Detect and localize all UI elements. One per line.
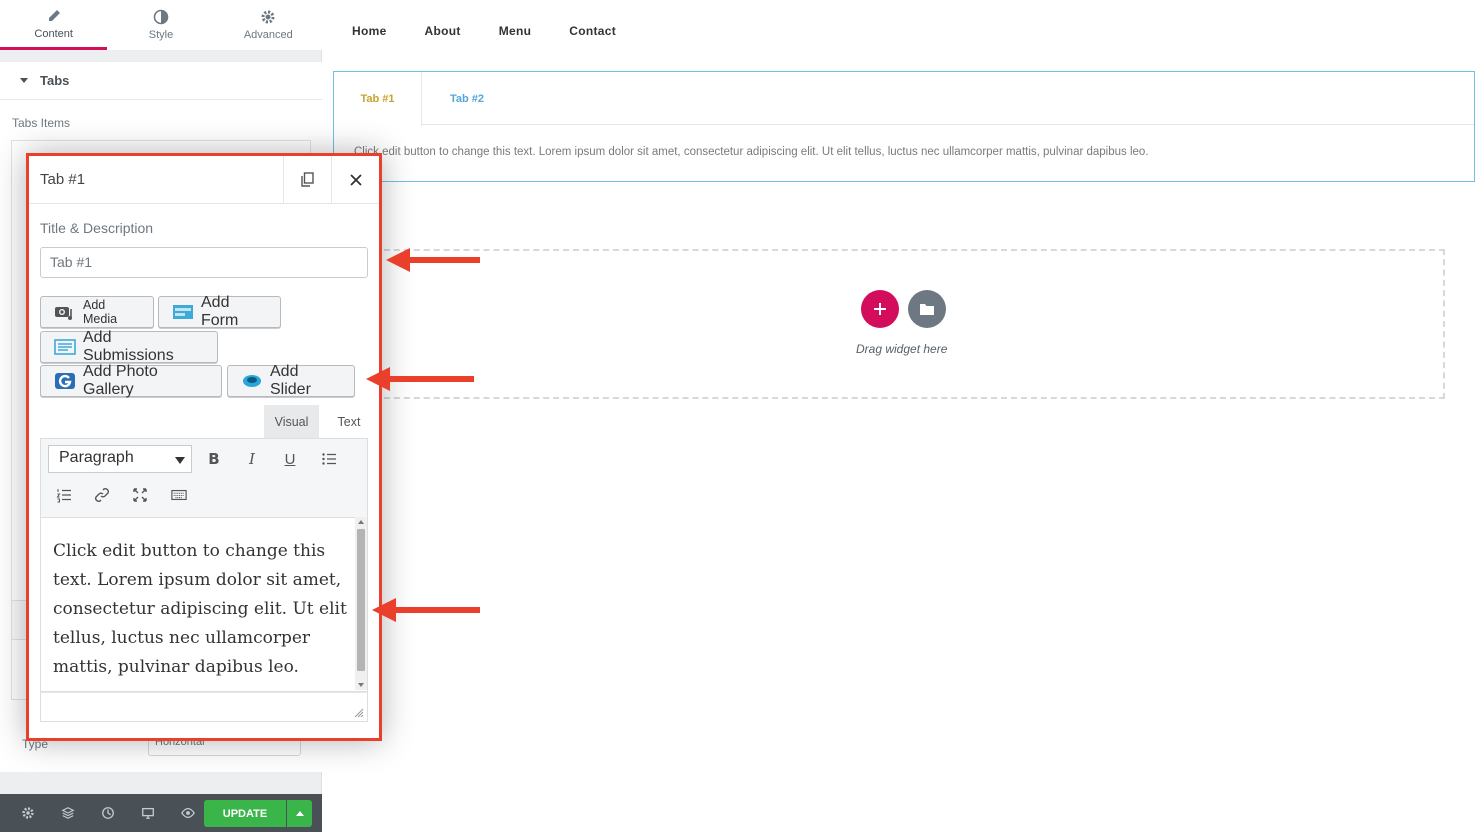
toolbar-toggle-button[interactable] (168, 484, 190, 506)
editor-text[interactable]: Click edit button to change this text. L… (53, 537, 353, 682)
scroll-down-icon (358, 683, 364, 687)
editor-statusbar (40, 692, 368, 722)
tabs-items-label: Tabs Items (12, 116, 71, 130)
tab-advanced[interactable]: Advanced (215, 0, 322, 50)
numbered-list-icon (56, 489, 71, 503)
text-tab[interactable]: Text (329, 405, 369, 438)
update-options-button[interactable] (287, 800, 312, 827)
submissions-icon (54, 339, 76, 355)
nav-contact[interactable]: Contact (569, 24, 616, 38)
add-slider-label: Add Slider (270, 363, 311, 398)
section-tabs-header[interactable]: Tabs (0, 62, 322, 100)
form-icon (173, 305, 193, 319)
monitor-icon (142, 807, 154, 819)
annotation-arrow-title (386, 248, 480, 272)
nav-home[interactable]: Home (352, 24, 387, 38)
nav-menu[interactable]: Menu (499, 24, 532, 38)
drop-zone[interactable] (364, 249, 1445, 399)
panel-tabs: Content Style Advanced (0, 0, 322, 50)
tabs-widget[interactable]: Tab #1 Tab #2 Click edit button to chang… (333, 71, 1475, 182)
link-button[interactable] (91, 484, 113, 506)
add-photo-gallery-label: Add Photo Gallery (83, 363, 158, 398)
add-form-button[interactable]: Add Form (158, 294, 281, 329)
preview-button[interactable] (168, 794, 208, 832)
bold-button[interactable]: B (203, 448, 225, 470)
format-select[interactable]: Paragraph (48, 445, 192, 473)
numbered-list-button[interactable] (53, 484, 75, 506)
folder-icon (920, 304, 934, 315)
add-slider-button[interactable]: Add Slider (227, 363, 355, 398)
contrast-icon (153, 9, 169, 25)
add-media-label: Add Media (83, 298, 118, 326)
plus-icon (874, 303, 886, 315)
add-form-label: Add Form (201, 294, 239, 329)
tab-item-editor: Tab #1 Title & Description Tab #1 Add Me… (26, 153, 382, 741)
canvas-tab-2[interactable]: Tab #2 (422, 72, 512, 125)
caret-up-icon (295, 811, 304, 816)
tab-content[interactable]: Content (0, 0, 108, 50)
drop-zone-text: Drag widget here (856, 342, 948, 356)
tab-style[interactable]: Style (107, 0, 214, 50)
bullet-list-button[interactable] (318, 448, 340, 470)
photo-gallery-icon (55, 373, 75, 389)
underline-icon: U (284, 450, 296, 468)
gear-icon (261, 10, 275, 24)
tab-content-label: Content (34, 27, 73, 40)
editor-scrollbar[interactable] (355, 517, 367, 690)
visual-tab[interactable]: Visual (264, 405, 319, 438)
add-media-button[interactable]: Add Media (40, 296, 154, 328)
history-icon (102, 807, 114, 819)
keyboard-icon (171, 489, 187, 501)
resize-handle-icon[interactable] (354, 708, 364, 718)
bullet-list-icon (322, 453, 336, 465)
annotation-arrow-buttons (366, 367, 474, 391)
navigator-button[interactable] (48, 794, 88, 832)
camera-music-icon (55, 307, 72, 320)
tab-style-label: Style (148, 29, 174, 41)
bold-icon: B (208, 450, 220, 468)
fullscreen-icon (133, 488, 147, 502)
tab-advanced-label: Advanced (243, 29, 293, 41)
editor-content-area[interactable]: Click edit button to change this text. L… (40, 517, 368, 692)
add-section-button[interactable] (861, 290, 899, 328)
add-submissions-label: Add Submissions (83, 329, 174, 364)
section-title: Tabs (40, 73, 70, 88)
tab-title-input[interactable]: Tab #1 (40, 247, 368, 278)
close-icon (349, 173, 362, 186)
close-button[interactable] (331, 155, 379, 204)
italic-icon: I (249, 450, 255, 468)
add-submissions-button[interactable]: Add Submissions (40, 329, 218, 364)
underline-button[interactable]: U (279, 448, 301, 470)
settings-button[interactable] (8, 794, 48, 832)
editor-toolbar: Paragraph B I U (40, 438, 368, 518)
scroll-thumb[interactable] (357, 529, 365, 671)
format-value: Paragraph (59, 449, 134, 466)
link-icon (95, 488, 109, 502)
responsive-button[interactable] (128, 794, 168, 832)
modal-title: Tab #1 (40, 171, 86, 188)
add-photo-gallery-button[interactable]: Add Photo Gallery (40, 363, 222, 398)
duplicate-button[interactable] (283, 155, 331, 204)
eye-icon (181, 808, 195, 818)
fullscreen-button[interactable] (129, 484, 151, 506)
caret-down-icon (175, 457, 185, 464)
nav-about[interactable]: About (425, 24, 461, 38)
annotation-arrow-content (372, 598, 480, 622)
canvas-tab-1[interactable]: Tab #1 (334, 72, 422, 126)
gear-icon (22, 807, 34, 819)
slider-icon (243, 375, 261, 387)
pencil-icon (48, 9, 60, 21)
caret-down-icon (20, 78, 28, 83)
modal-header: Tab #1 (29, 155, 379, 204)
update-button[interactable]: UPDATE (204, 800, 286, 827)
canvas-tab-content: Click edit button to change this text. L… (354, 146, 1149, 158)
scroll-up-icon (358, 520, 364, 524)
site-nav: Home About Menu Contact (352, 24, 654, 38)
layers-icon (61, 807, 75, 819)
add-template-button[interactable] (908, 290, 946, 328)
history-button[interactable] (88, 794, 128, 832)
title-description-label: Title & Description (40, 220, 154, 236)
italic-button[interactable]: I (241, 448, 263, 470)
copy-icon (301, 172, 314, 187)
